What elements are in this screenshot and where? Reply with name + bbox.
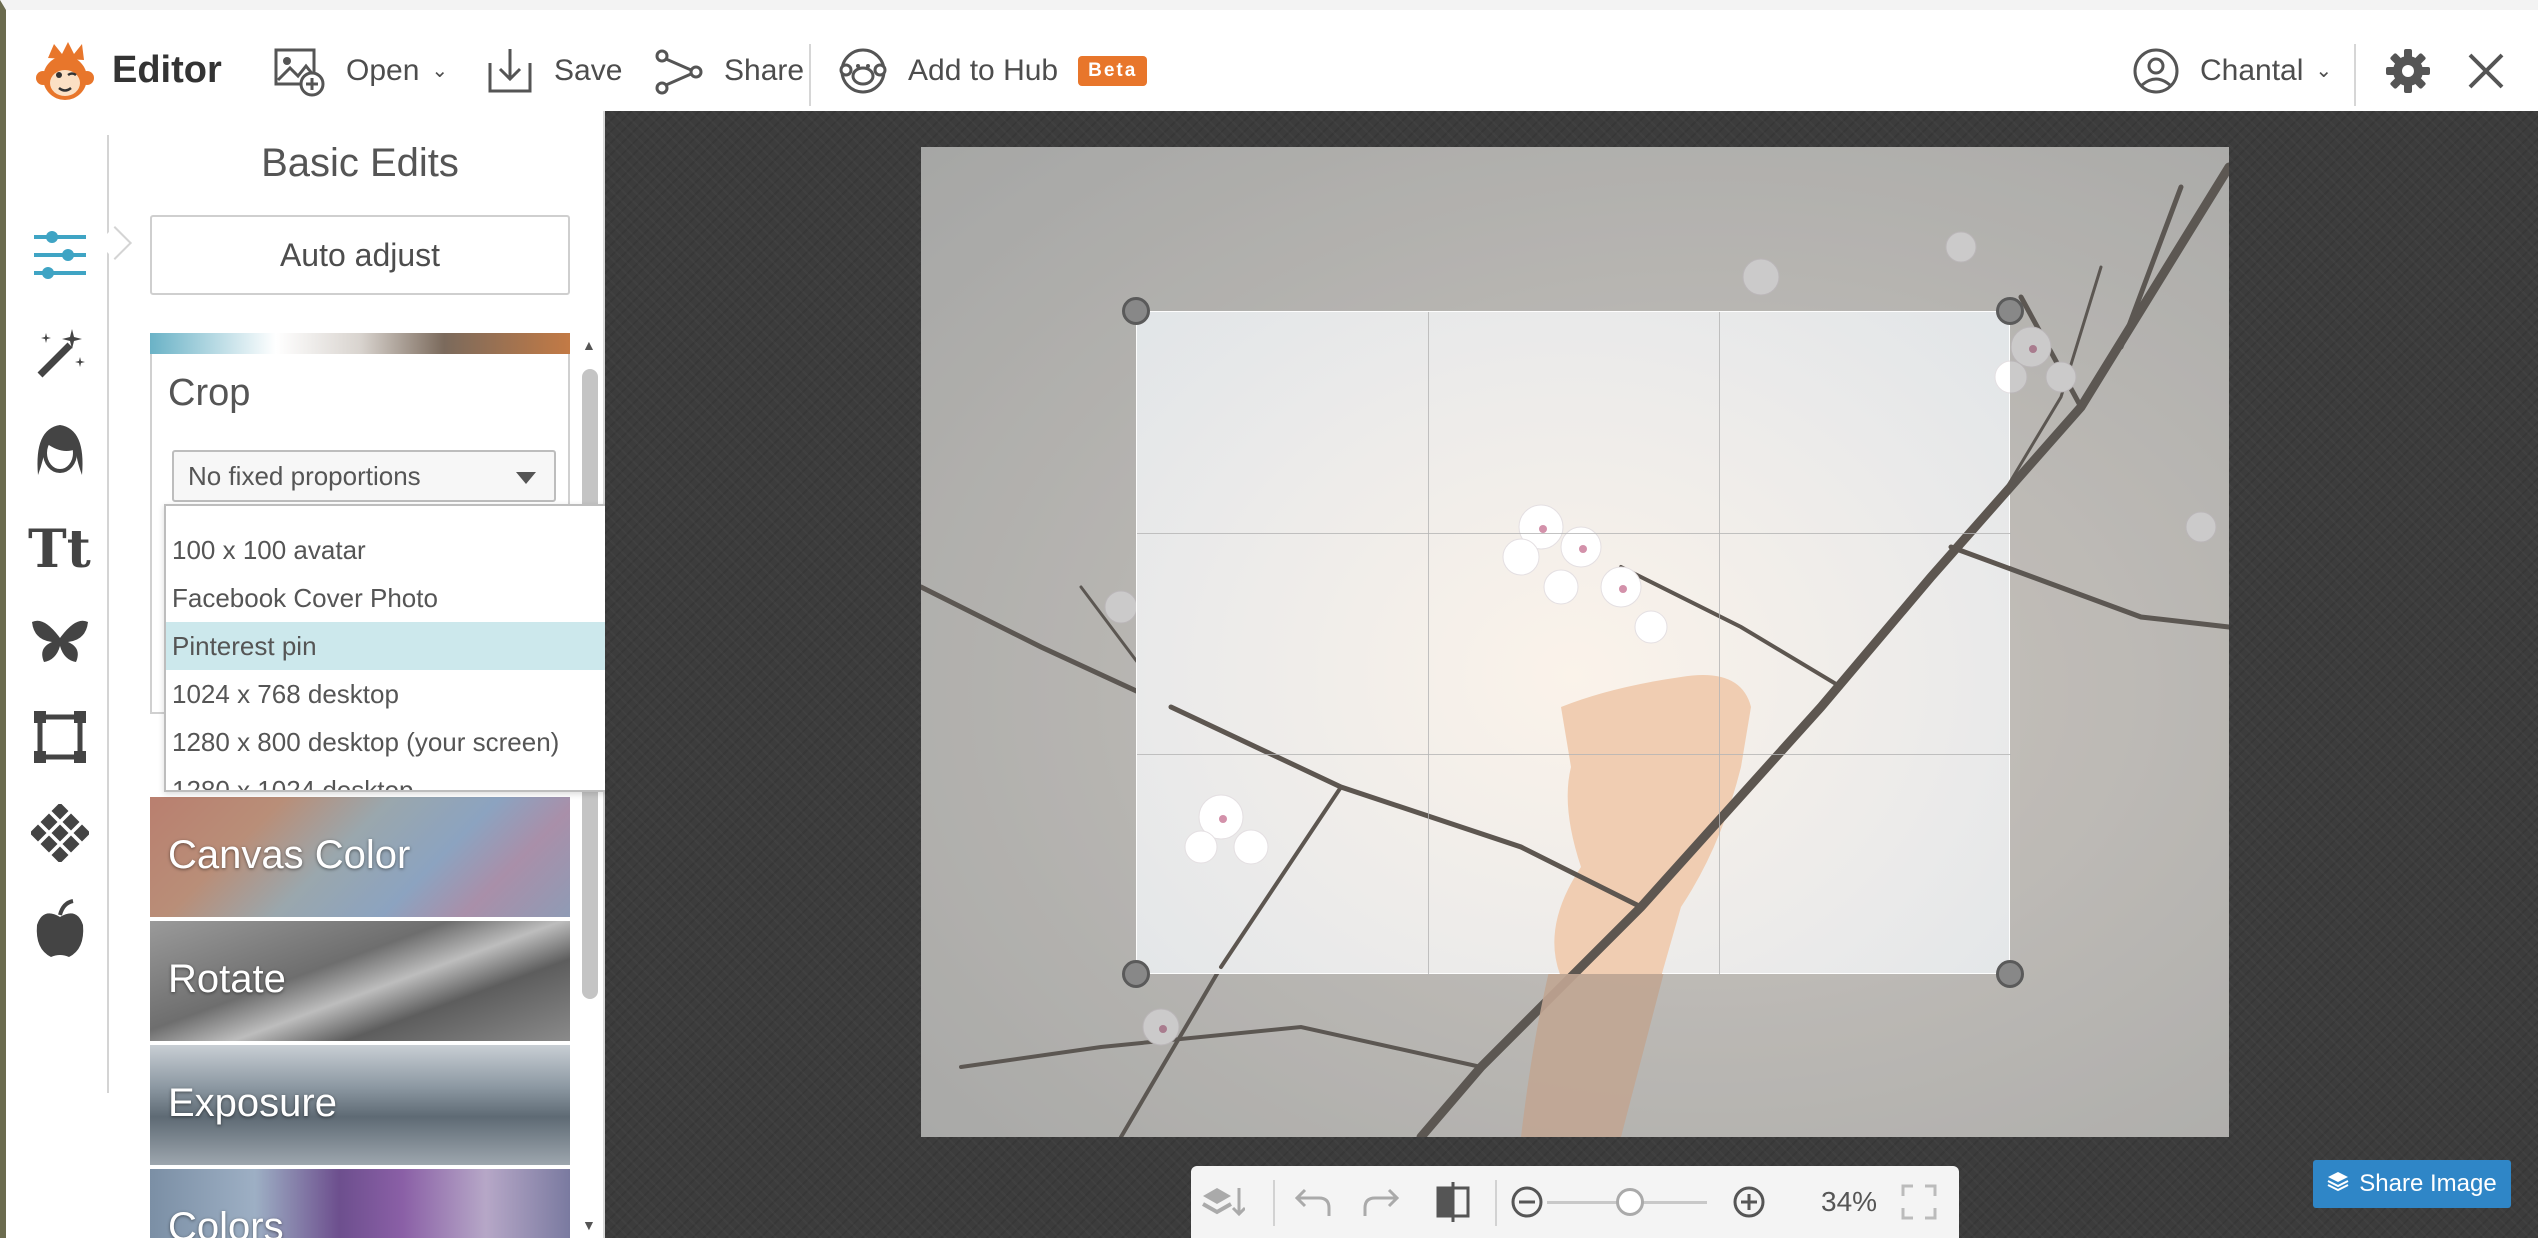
rail-divider	[107, 135, 109, 1093]
tool-label: Canvas Color	[168, 833, 411, 877]
fullscreen-icon[interactable]	[1897, 1180, 1941, 1224]
tool-label: Exposure	[168, 1081, 337, 1125]
save-label: Save	[554, 53, 623, 87]
compare-icon[interactable]	[1431, 1180, 1475, 1224]
top-toolbar: Editor Open ⌄ Save Share Add to Hub Beta…	[0, 0, 2538, 111]
magic-wand-icon[interactable]	[28, 321, 92, 385]
crop-handle-top-left[interactable]	[1122, 297, 1150, 325]
zoom-slider-handle[interactable]	[1616, 1188, 1644, 1216]
frame-icon[interactable]	[28, 705, 92, 769]
undo-icon[interactable]	[1291, 1180, 1335, 1224]
close-button[interactable]	[2466, 20, 2506, 121]
dropdown-option-highlighted[interactable]: Pinterest pin	[166, 622, 666, 670]
share-image-button[interactable]: Share Image	[2313, 1160, 2511, 1208]
face-icon[interactable]	[28, 417, 92, 481]
crop-handle-bottom-left[interactable]	[1122, 960, 1150, 988]
dropdown-option[interactable]: 1280 x 800 desktop (your screen)	[166, 718, 666, 766]
add-to-hub-button[interactable]: Add to Hub Beta	[838, 20, 1148, 121]
svg-text:Tt: Tt	[28, 521, 91, 573]
crop-handle-top-right[interactable]	[1996, 297, 2024, 325]
layers-icon	[2327, 1170, 2349, 1199]
hub-monkey-icon	[838, 46, 888, 96]
texture-icon[interactable]	[28, 801, 92, 865]
dropdown-option[interactable]: 1024 x 768 desktop	[166, 670, 666, 718]
app-logo[interactable]: Editor	[32, 20, 222, 121]
open-button[interactable]: Open ⌄	[272, 20, 448, 121]
tool-rotate[interactable]: Rotate	[150, 921, 570, 1041]
beta-badge: Beta	[1078, 55, 1148, 86]
toolbar-divider	[809, 44, 811, 106]
panel-title: Basic Edits	[261, 141, 459, 185]
dropdown-option[interactable]: 100 x 100 avatar	[166, 526, 666, 574]
app-title: Editor	[112, 49, 222, 91]
text-icon[interactable]: Tt	[28, 515, 92, 579]
open-label: Open	[346, 53, 420, 87]
photo-canvas[interactable]	[921, 147, 2229, 1137]
toolbar-divider	[1273, 1180, 1275, 1226]
layers-icon[interactable]	[1201, 1180, 1245, 1224]
user-menu[interactable]: Chantal ⌄	[2132, 20, 2332, 121]
crop-handle-bottom-right[interactable]	[1996, 960, 2024, 988]
tool-exposure[interactable]: Exposure	[150, 1045, 570, 1165]
crop-selection[interactable]	[1136, 311, 2011, 975]
sliders-icon[interactable]	[28, 223, 92, 287]
tool-colors[interactable]: Colors	[150, 1169, 570, 1238]
share-image-label: Share Image	[2359, 1170, 2497, 1197]
close-icon	[2466, 51, 2506, 91]
gear-icon	[2384, 47, 2432, 95]
auto-adjust-button[interactable]: Auto adjust	[150, 215, 570, 295]
dropdown-arrow-icon	[516, 472, 536, 484]
settings-button[interactable]	[2384, 20, 2432, 121]
crop-proportions-select[interactable]: No fixed proportions	[172, 450, 556, 502]
share-button[interactable]: Share	[654, 20, 804, 121]
user-avatar-icon	[2132, 47, 2180, 95]
scroll-up-icon[interactable]: ▲	[582, 337, 596, 353]
toolbar-divider	[2354, 44, 2356, 106]
image-add-icon	[272, 44, 326, 98]
scroll-down-icon[interactable]: ▼	[582, 1217, 596, 1233]
chevron-down-icon: ⌄	[431, 60, 449, 82]
dropdown-option[interactable]: Facebook Cover Photo	[166, 574, 666, 622]
share-label: Share	[724, 53, 805, 87]
crop-select-value: No fixed proportions	[188, 460, 421, 491]
tool-canvas-color[interactable]: Canvas Color	[150, 797, 570, 917]
zoom-out-icon[interactable]	[1505, 1180, 1549, 1224]
canvas-area	[605, 111, 2538, 1238]
hub-label: Add to Hub	[908, 53, 1059, 87]
user-name: Chantal	[2200, 53, 2304, 87]
butterfly-icon[interactable]	[28, 609, 92, 673]
toolbar-divider	[1495, 1180, 1497, 1226]
tool-label: Rotate	[168, 957, 286, 1001]
crop-tile-thumbnail	[150, 333, 570, 355]
chevron-down-icon: ⌄	[2315, 60, 2333, 82]
dropdown-option-partial[interactable]	[166, 506, 666, 528]
crop-grid-line	[1428, 312, 1429, 975]
crop-grid-line	[1137, 754, 2011, 755]
save-button[interactable]: Save	[486, 20, 622, 121]
download-icon	[486, 45, 534, 97]
redo-icon[interactable]	[1359, 1180, 1403, 1224]
apple-icon[interactable]	[28, 897, 92, 961]
crop-grid-line	[1719, 312, 1720, 975]
photo-image-crop	[1168, 360, 2010, 974]
dropdown-option[interactable]: 1280 x 1024 desktop	[166, 766, 666, 790]
crop-title: Crop	[168, 372, 251, 414]
share-icon	[654, 46, 704, 96]
monkey-logo-icon	[32, 38, 98, 104]
canvas-toolbar: 34%	[1191, 1166, 1959, 1238]
zoom-in-icon[interactable]	[1727, 1180, 1771, 1224]
zoom-level: 34%	[1821, 1186, 1878, 1217]
rail-active-indicator	[98, 226, 132, 260]
tool-label: Colors	[168, 1205, 284, 1238]
crop-grid-line	[1137, 533, 2011, 534]
